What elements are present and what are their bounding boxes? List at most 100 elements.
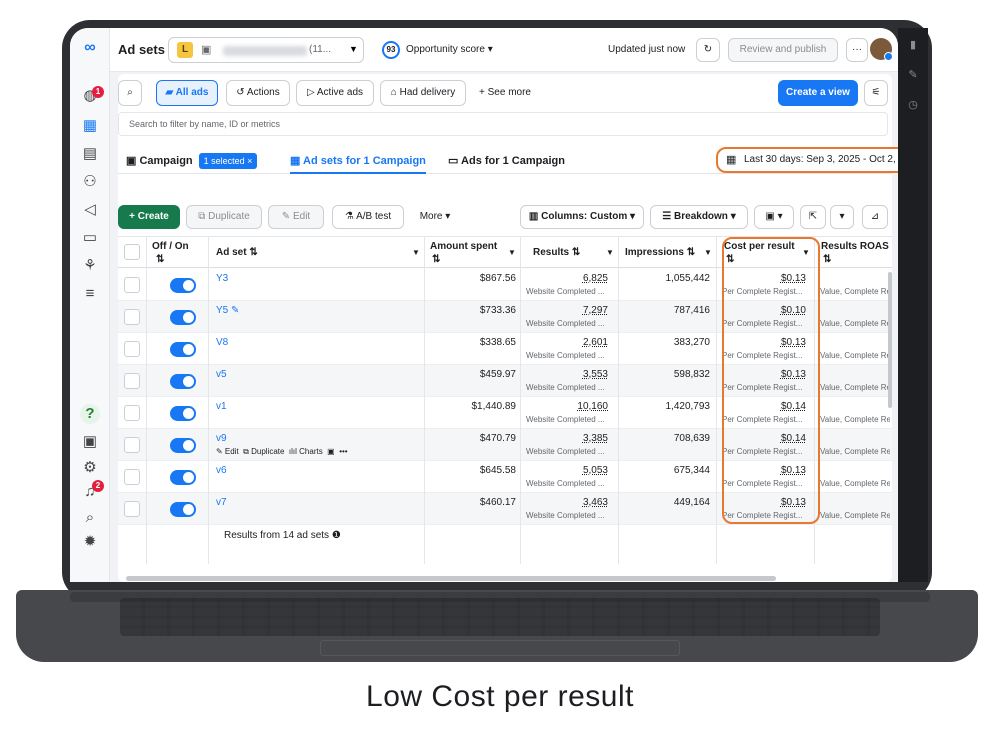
selected-chip[interactable]: 1 selected × [198, 153, 258, 170]
filter-settings-button[interactable]: ⚟ [864, 80, 888, 106]
org-chart-icon[interactable]: ⚘ [80, 256, 100, 276]
results-value: 6,825 [582, 273, 608, 284]
columns-button[interactable]: ▥ Columns: Custom ▾ [520, 205, 644, 229]
chart-icon[interactable]: ▮ [906, 38, 920, 52]
date-range-picker[interactable]: ▦ Last 30 days: Sep 3, 2025 - Oct 2, 202… [716, 147, 898, 173]
table-icon[interactable]: ▦ [80, 116, 100, 136]
col-impressions[interactable]: Impressions ⇅ [625, 247, 695, 259]
sort-icon: ⇅ [432, 254, 441, 265]
tab-adsets[interactable]: ▦ Ad sets for 1 Campaign [290, 148, 426, 174]
megaphone-icon[interactable]: ◁ [80, 200, 100, 220]
adset-name-link[interactable]: Y3 [216, 273, 228, 284]
row-checkbox[interactable] [124, 277, 140, 293]
clock-icon[interactable]: ◷ [906, 98, 920, 112]
tab-ads[interactable]: ▭ Ads for 1 Campaign [448, 148, 565, 174]
vertical-scrollbar[interactable] [888, 272, 892, 408]
adset-name-link[interactable]: Y5 ✎ [216, 305, 239, 316]
create-view-button[interactable]: Create a view [778, 80, 858, 106]
row-checkbox[interactable] [124, 501, 140, 517]
breakdown-button[interactable]: ☰ Breakdown ▾ [650, 205, 748, 229]
facebook-badge-icon [884, 52, 893, 61]
charts-action[interactable]: ılıl Charts [289, 447, 323, 456]
settings-gear-icon[interactable]: ⚙ [80, 458, 100, 478]
adset-name-link[interactable]: v7 [216, 497, 227, 508]
col-results[interactable]: Results ⇅ [533, 247, 580, 259]
adset-name-link[interactable]: v6 [216, 465, 227, 476]
on-off-toggle[interactable] [170, 310, 196, 325]
bug-icon[interactable]: ✹ [80, 532, 100, 552]
account-icon: ▣ [201, 44, 212, 56]
row-checkbox[interactable] [124, 405, 140, 421]
duplicate-button[interactable]: ⧉ Duplicate [186, 205, 262, 229]
on-off-toggle[interactable] [170, 342, 196, 357]
col-results-roas[interactable]: Results ROAS [821, 241, 889, 253]
audience-icon[interactable]: ⚇ [80, 172, 100, 192]
adset-name-link[interactable]: v1 [216, 401, 227, 412]
active-ads-button[interactable]: ▷ Active ads [296, 80, 374, 106]
all-ads-button[interactable]: ▰ All ads [156, 80, 218, 106]
col-amount-spent[interactable]: Amount spent [430, 241, 497, 253]
row-checkbox[interactable] [124, 309, 140, 325]
create-button[interactable]: + Create [118, 205, 180, 229]
row-checkbox[interactable] [124, 437, 140, 453]
opportunity-score-badge[interactable]: 93 [382, 41, 400, 59]
pin-icon[interactable]: ▣ [327, 447, 335, 456]
charts-button[interactable]: ⊿ [862, 205, 888, 229]
amount-spent-value: $338.65 [479, 337, 516, 348]
account-selector[interactable]: L ▣ (11... ▼ [168, 37, 364, 63]
export-dropdown-button[interactable]: ▾ [830, 205, 854, 229]
impressions-value: 1,420,793 [665, 401, 711, 412]
search-button[interactable]: ⌕ [118, 80, 142, 106]
on-off-toggle[interactable] [170, 438, 196, 453]
reports-icon[interactable]: ▣ [80, 432, 100, 452]
actions-button[interactable]: ↺ Actions [226, 80, 290, 106]
col-off-on[interactable]: Off / On [152, 241, 189, 253]
on-off-toggle[interactable] [170, 502, 196, 517]
row-checkbox[interactable] [124, 341, 140, 357]
more-options-button[interactable]: ··· [846, 38, 868, 62]
row-checkbox[interactable] [124, 373, 140, 389]
export-button[interactable]: ⇱ [800, 205, 826, 229]
had-delivery-button[interactable]: ⌂ Had delivery [380, 80, 466, 106]
col-menu-icon[interactable]: ▼ [412, 247, 420, 259]
col-ad-set[interactable]: Ad set ⇅ [216, 247, 258, 259]
edit-button[interactable]: ✎ Edit [268, 205, 324, 229]
col-menu-icon[interactable]: ▼ [704, 247, 712, 259]
refresh-button[interactable]: ↻ [696, 38, 720, 62]
adset-name-link[interactable]: v5 [216, 369, 227, 380]
help-icon[interactable]: ? [80, 404, 100, 424]
horizontal-scrollbar[interactable] [126, 576, 776, 581]
search-filter-input[interactable]: Search to filter by name, ID or metrics [118, 112, 888, 136]
adset-name-link[interactable]: V8 [216, 337, 228, 348]
billing-card-icon[interactable]: ▭ [80, 228, 100, 248]
meta-logo-icon[interactable]: ∞ [80, 38, 100, 58]
amount-spent-value: $459.97 [479, 369, 516, 380]
pencil-icon[interactable]: ✎ [906, 68, 920, 82]
more-actions[interactable]: ••• [339, 447, 347, 456]
amount-spent-value: $460.17 [479, 497, 516, 508]
on-off-toggle[interactable] [170, 406, 196, 421]
menu-icon[interactable]: ≡ [80, 284, 100, 304]
adset-name-link[interactable]: v9 [216, 433, 227, 444]
edit-action[interactable]: ✎ Edit [216, 447, 239, 456]
ab-test-button[interactable]: ⚗ A/B test [332, 205, 404, 229]
results-value: 3,385 [582, 433, 608, 444]
duplicate-action[interactable]: ⧉ Duplicate [243, 447, 284, 456]
on-off-toggle[interactable] [170, 470, 196, 485]
opportunity-score-label[interactable]: Opportunity score ▾ [406, 44, 493, 55]
reports-dropdown-button[interactable]: ▣ ▾ [754, 205, 794, 229]
col-menu-icon[interactable]: ▼ [508, 247, 516, 259]
review-publish-button[interactable]: Review and publish [728, 38, 838, 62]
on-off-toggle[interactable] [170, 374, 196, 389]
see-more-button[interactable]: + See more [472, 80, 538, 106]
amount-spent-value: $733.36 [479, 305, 516, 316]
col-menu-icon[interactable]: ▼ [606, 247, 614, 259]
more-button[interactable]: More ▾ [410, 205, 460, 229]
results-value: 7,297 [582, 305, 608, 316]
select-all-checkbox[interactable] [124, 244, 140, 260]
tab-campaign[interactable]: ▣ Campaign 1 selected × [126, 148, 258, 174]
on-off-toggle[interactable] [170, 278, 196, 293]
pages-icon[interactable]: ▤ [80, 144, 100, 164]
search-icon[interactable]: ⌕ [80, 508, 100, 528]
row-checkbox[interactable] [124, 469, 140, 485]
